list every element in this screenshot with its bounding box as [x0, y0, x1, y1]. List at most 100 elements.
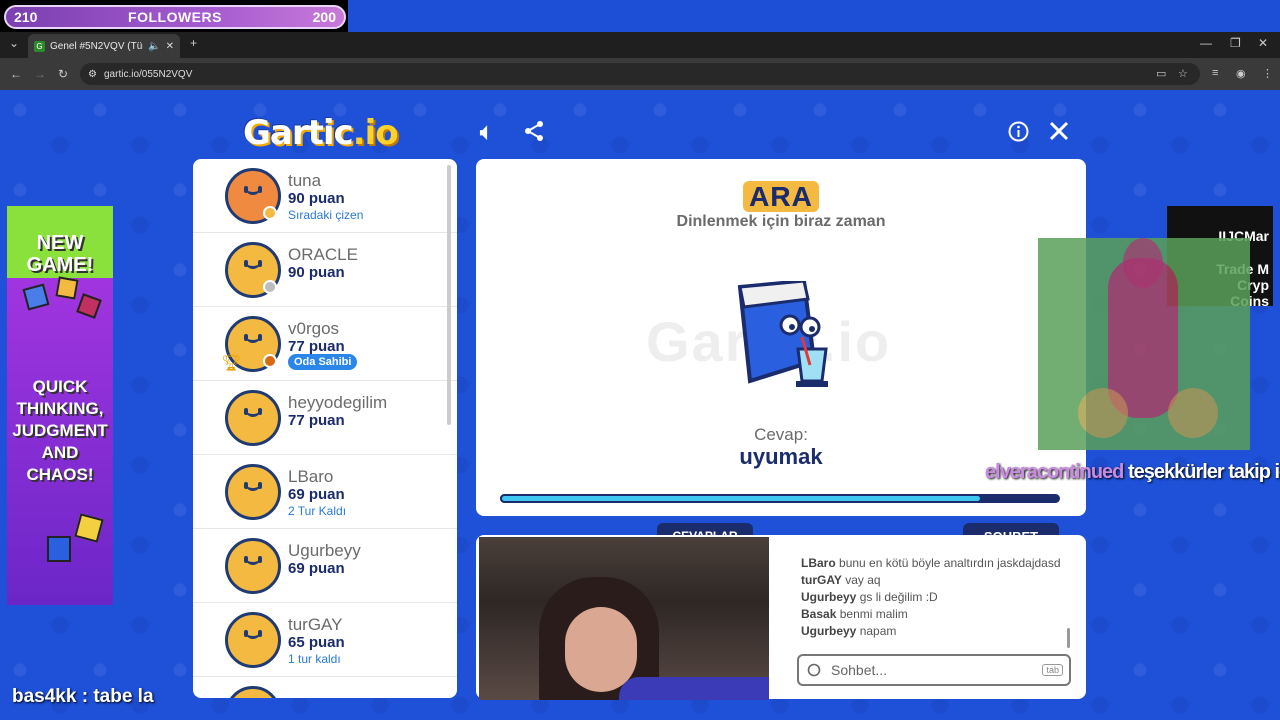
- status-dot: [263, 206, 277, 220]
- chat-user: Basak: [801, 607, 837, 621]
- chat-user: turGAY: [801, 573, 842, 587]
- round-subtitle: Dinlenmek için biraz zaman: [676, 213, 886, 230]
- player-note: 1 tur kaldı: [288, 652, 341, 666]
- url-text: gartic.io/055N2VQV: [104, 68, 193, 80]
- webcam-overlay-image: [479, 537, 769, 700]
- player-row[interactable]: heyyodegilim 77 puan: [193, 381, 457, 455]
- player-row[interactable]: ORACLE 90 puan: [193, 233, 457, 307]
- avatar: [225, 538, 281, 594]
- player-score: 90 puan: [288, 190, 345, 207]
- player-row[interactable]: [193, 677, 457, 698]
- stream-chat-overlay: elveracontinued teşekkürler takip için: [985, 461, 1280, 484]
- address-bar[interactable]: ⚙ gartic.io/055N2VQV: [80, 63, 1200, 85]
- round-title-text: ARA: [743, 181, 819, 212]
- player-row[interactable]: Ugurbeyy 69 puan: [193, 529, 457, 603]
- chat-input[interactable]: Sohbet... tab: [797, 654, 1071, 686]
- player-name: heyyodegilim: [288, 393, 388, 412]
- bookmark-star-icon[interactable]: ☆: [1178, 67, 1188, 80]
- status-dot: [263, 354, 277, 368]
- avatar: [225, 464, 281, 520]
- tab-key-hint: tab: [1042, 664, 1063, 676]
- tab-title: Genel #5N2VQV (Türkçe) -: [50, 40, 143, 52]
- followers-progress: 210 FOLLOWERS 200: [4, 5, 346, 29]
- close-window-icon[interactable]: ✕: [1258, 36, 1268, 50]
- ad-card-icon: [47, 536, 71, 562]
- chat-text: napam: [859, 624, 897, 638]
- player-score: 65 puan: [288, 634, 345, 651]
- player-name: turGAY: [288, 615, 343, 634]
- tab-close-icon[interactable]: ✕: [166, 41, 174, 52]
- round-progress-fill: [500, 494, 982, 503]
- player-name: LBaro: [288, 467, 334, 486]
- chat-scrollbar[interactable]: [1067, 628, 1070, 648]
- reload-icon[interactable]: ↻: [58, 67, 68, 81]
- browser-tab[interactable]: G Genel #5N2VQV (Türkçe) - 🔈 ✕: [28, 34, 180, 58]
- player-score: 69 puan: [288, 486, 345, 503]
- ad-card-icon: [76, 293, 102, 319]
- followers-goal-bar: 210 FOLLOWERS 200: [0, 0, 348, 32]
- chat-message: Ugurbeyy gs li değilim :D: [801, 589, 1061, 605]
- chat-message: LBaro bunu en kötü böyle analtırdın jask…: [801, 555, 1061, 571]
- player-score: 90 puan: [288, 264, 345, 281]
- ad-tagline: QUICK THINKING, JUDGMENT AND CHAOS!: [12, 377, 108, 484]
- menu-icon[interactable]: ⋮: [1262, 67, 1273, 80]
- left-advertisement[interactable]: NEW GAME! QUICK THINKING, JUDGMENT AND C…: [7, 206, 113, 605]
- chat-user: LBaro: [801, 556, 836, 570]
- close-icon[interactable]: [1049, 121, 1069, 141]
- chat-text: gs li değilim :D: [859, 590, 938, 604]
- stream-chat-text: teşekkürler takip için: [1127, 461, 1280, 483]
- info-icon[interactable]: [1008, 121, 1029, 142]
- player-row[interactable]: tuna 90 puan Sıradaki çizen: [193, 159, 457, 233]
- restore-icon[interactable]: ❐: [1230, 36, 1241, 50]
- tab-list-icon[interactable]: ⌄: [9, 36, 19, 50]
- speaker-icon: 🔈: [148, 40, 161, 52]
- media-icon[interactable]: ≡: [1212, 67, 1218, 79]
- stream-art-overlay-image: [1038, 238, 1250, 450]
- ad-card-icon: [22, 283, 50, 311]
- gartic-logo[interactable]: Gartic.io: [243, 113, 399, 153]
- followers-goal: 200: [312, 9, 336, 25]
- stream-chat-name: elveracontinued: [985, 461, 1124, 483]
- browser-tabbar: ⌄ G Genel #5N2VQV (Türkçe) - 🔈 ✕ + — ❐ ✕: [0, 32, 1280, 58]
- player-name: tuna: [288, 171, 322, 190]
- player-name: v0rgos: [288, 319, 340, 338]
- sound-icon[interactable]: 🔈︎: [480, 119, 493, 145]
- player-note: 2 Tur Kaldı: [288, 504, 347, 518]
- chat-messages: LBaro bunu en kötü böyle analtırdın jask…: [801, 555, 1061, 640]
- profile-icon[interactable]: ◉: [1236, 67, 1246, 80]
- chat-placeholder: Sohbet...: [831, 662, 888, 678]
- player-list: tuna 90 puan Sıradaki çizen ORACLE 90 pu…: [193, 159, 457, 698]
- status-dot: [263, 280, 277, 294]
- ad-card-icon: [74, 513, 104, 543]
- share-icon[interactable]: [523, 120, 545, 142]
- minimize-icon[interactable]: —: [1200, 36, 1212, 50]
- player-score: 69 puan: [288, 560, 345, 577]
- player-row[interactable]: 🏆︎ v0rgos 77 puan Oda Sahibi: [193, 307, 457, 381]
- round-title: ARA: [476, 181, 1086, 213]
- player-row[interactable]: turGAY 65 puan 1 tur kaldı: [193, 603, 457, 677]
- chat-bubble-icon: [807, 663, 821, 677]
- player-name: ORACLE: [288, 245, 358, 264]
- cast-icon[interactable]: ▭: [1156, 67, 1166, 80]
- avatar: [225, 612, 281, 668]
- player-row[interactable]: LBaro 69 puan 2 Tur Kaldı: [193, 455, 457, 529]
- answer-label: Cevap:: [754, 425, 808, 444]
- chat-message: turGAY vay aq: [801, 572, 1061, 588]
- forward-icon[interactable]: →: [34, 67, 46, 81]
- chat-text: benmi malim: [839, 607, 908, 621]
- chat-message: Ugurbeyy napam: [801, 623, 1061, 639]
- trophy-icon: 🏆︎: [221, 355, 242, 372]
- new-tab-icon[interactable]: +: [190, 36, 197, 50]
- player-score: 77 puan: [288, 338, 345, 355]
- round-progress-bar: [500, 494, 1060, 503]
- chat-message: Basak benmi malim: [801, 606, 1061, 622]
- site-info-icon[interactable]: ⚙: [88, 69, 97, 80]
- logo-main-text: Gartic: [243, 113, 354, 153]
- logo-io-text: .io: [352, 113, 399, 153]
- back-icon[interactable]: ←: [10, 67, 22, 81]
- player-list-scrollbar[interactable]: [447, 165, 451, 425]
- chat-text: bunu en kötü böyle analtırdın jaskdajdas…: [839, 556, 1061, 570]
- stream-caption: bas4kk : tabe la: [12, 686, 154, 707]
- room-owner-badge: Oda Sahibi: [288, 354, 358, 370]
- player-note: Sıradaki çizen: [288, 208, 364, 222]
